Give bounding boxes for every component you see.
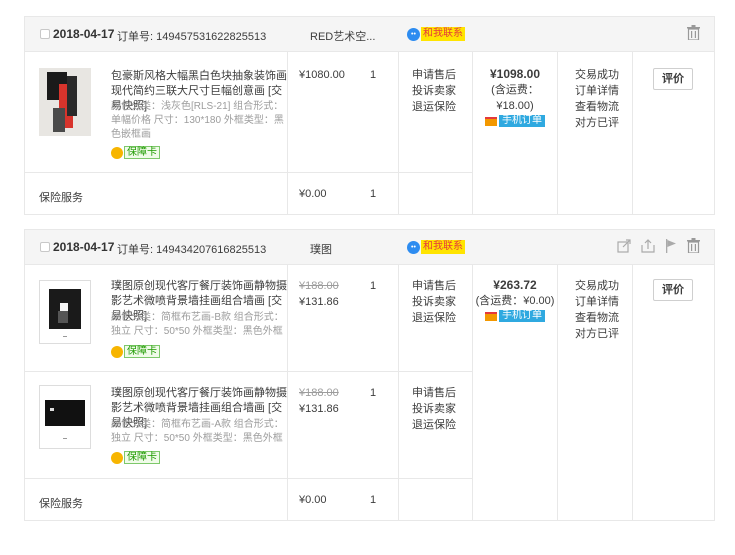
insurance-price: ¥0.00 — [299, 188, 327, 200]
product-sku: 颜色分类：浅灰色[RLS-21] 组合形式：单幅价格 尺寸：130*180 外框… — [111, 101, 284, 140]
upload-icon[interactable] — [641, 238, 655, 253]
order-total: ¥1098.00 (含运费：¥18.00) 手机订单 — [473, 67, 557, 127]
trash-icon[interactable] — [687, 238, 700, 253]
chat-icon: •• — [407, 240, 420, 254]
contact-seller-button[interactable]: •• 和我联系 — [407, 239, 465, 255]
order-total: ¥263.72 (含运费：¥0.00) 手机订单 — [473, 278, 557, 322]
protect-card-badge[interactable]: 保障卡 — [111, 345, 160, 358]
chat-icon: •• — [407, 27, 420, 41]
item-qty: 1 — [370, 69, 377, 81]
order-card-1: 2018-04-17 订单号: 149457531622825513 RED艺术… — [24, 16, 715, 215]
share-icon[interactable] — [617, 238, 631, 253]
complain-seller-link[interactable]: 投诉卖家 — [412, 83, 456, 99]
insurance-qty: 1 — [370, 494, 377, 506]
rated-status: 对方已评 — [575, 117, 619, 129]
protect-card-badge[interactable]: 保障卡 — [111, 146, 160, 159]
after-sales-links: 申请售后 投诉卖家 退运保险 — [412, 385, 456, 433]
complain-seller-link[interactable]: 投诉卖家 — [412, 401, 456, 417]
trade-success-status: 交易成功 — [575, 69, 619, 81]
order-header: 2018-04-17 订单号: 149457531622825513 RED艺术… — [25, 17, 714, 52]
return-insurance-link[interactable]: 退运保险 — [412, 310, 456, 326]
flower-icon — [111, 345, 123, 358]
flag-icon[interactable] — [665, 238, 677, 253]
contact-seller-button[interactable]: •• 和我联系 — [407, 26, 465, 42]
insurance-service-label: 保险服务 — [39, 192, 83, 204]
apply-after-sales-link[interactable]: 申请售后 — [412, 278, 456, 294]
rated-status: 对方已评 — [575, 328, 619, 340]
order-date: 2018-04-17 — [53, 27, 115, 41]
rate-button[interactable]: 评价 — [653, 279, 693, 301]
item-qty: 1 — [370, 387, 377, 399]
return-insurance-link[interactable]: 退运保险 — [412, 417, 456, 433]
product-sku: 颜色分类：简框布艺画-A款 组合形式：独立 尺寸：50*50 外框类型：黑色外框 — [111, 419, 284, 444]
order-card-2: 2018-04-17 订单号: 149434207616825513 璞图 ••… — [24, 229, 715, 521]
apply-after-sales-link[interactable]: 申请售后 — [412, 385, 456, 401]
item-price: ¥188.00 ¥131.86 — [299, 278, 339, 310]
shop-name-link[interactable]: RED艺术空... — [310, 28, 375, 44]
view-logistics-link[interactable]: 查看物流 — [575, 99, 619, 115]
order-number: 订单号: 149434207616825513 — [117, 244, 267, 256]
item-price: ¥188.00 ¥131.86 — [299, 385, 339, 417]
mobile-order-badge: 手机订单 — [473, 115, 557, 127]
insurance-qty: 1 — [370, 188, 377, 200]
item-price: ¥1080.00 — [299, 69, 345, 81]
order-date: 2018-04-17 — [53, 240, 115, 254]
product-sku: 颜色分类：简框布艺画-B款 组合形式：独立 尺寸：50*50 外框类型：黑色外框 — [111, 312, 284, 337]
view-logistics-link[interactable]: 查看物流 — [575, 310, 619, 326]
protect-card-badge[interactable]: 保障卡 — [111, 451, 160, 464]
original-price: ¥188.00 — [299, 280, 339, 292]
status-links: 交易成功 订单详情 查看物流 对方已评 — [575, 67, 619, 131]
flower-icon — [111, 146, 123, 159]
return-insurance-link[interactable]: 退运保险 — [412, 99, 456, 115]
order-checkbox[interactable] — [40, 29, 50, 39]
product-thumbnail[interactable] — [39, 68, 91, 136]
original-price: ¥188.00 — [299, 387, 339, 399]
mobile-order-badge: 手机订单 — [473, 310, 557, 322]
current-price: ¥131.86 — [299, 296, 339, 308]
insurance-service-label: 保险服务 — [39, 498, 83, 510]
current-price: ¥131.86 — [299, 403, 339, 415]
trade-success-status: 交易成功 — [575, 280, 619, 292]
card-icon — [485, 311, 497, 321]
flower-icon — [111, 451, 123, 464]
order-checkbox[interactable] — [40, 242, 50, 252]
shop-name-link[interactable]: 璞图 — [310, 241, 332, 257]
rate-button[interactable]: 评价 — [653, 68, 693, 90]
order-detail-link[interactable]: 订单详情 — [575, 294, 619, 310]
status-links: 交易成功 订单详情 查看物流 对方已评 — [575, 278, 619, 342]
insurance-price: ¥0.00 — [299, 494, 327, 506]
item-qty: 1 — [370, 280, 377, 292]
complain-seller-link[interactable]: 投诉卖家 — [412, 294, 456, 310]
order-number: 订单号: 149457531622825513 — [117, 31, 267, 43]
apply-after-sales-link[interactable]: 申请售后 — [412, 67, 456, 83]
after-sales-links: 申请售后 投诉卖家 退运保险 — [412, 67, 456, 115]
card-icon — [485, 116, 497, 126]
after-sales-links: 申请售后 投诉卖家 退运保险 — [412, 278, 456, 326]
order-header: 2018-04-17 订单号: 149434207616825513 璞图 ••… — [25, 230, 714, 265]
product-thumbnail[interactable] — [39, 385, 91, 449]
product-thumbnail[interactable] — [39, 280, 91, 344]
trash-icon[interactable] — [687, 25, 700, 40]
order-detail-link[interactable]: 订单详情 — [575, 83, 619, 99]
